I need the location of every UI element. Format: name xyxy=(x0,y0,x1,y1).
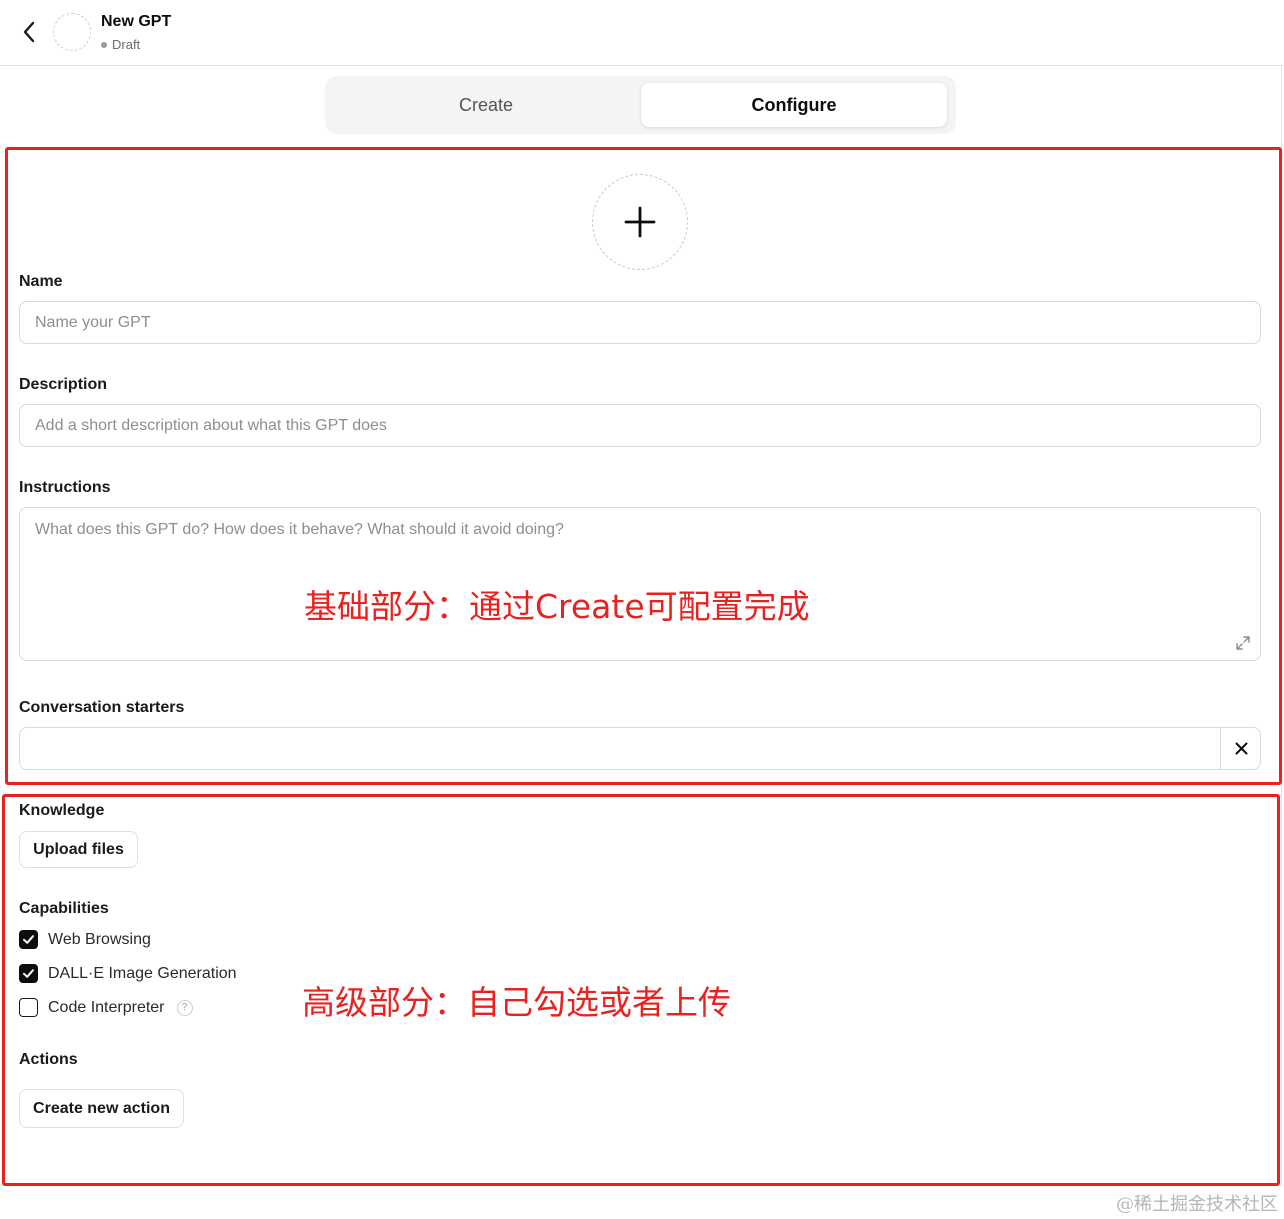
basic-section-annotation: 基础部分：通过Create可配置完成 xyxy=(304,587,810,626)
capability-dalle[interactable]: DALL·E Image Generation xyxy=(19,964,237,983)
conversation-starters-label: Conversation starters xyxy=(19,699,185,716)
actions-label: Actions xyxy=(19,1051,78,1068)
plus-icon xyxy=(624,206,656,238)
expand-icon[interactable] xyxy=(1234,634,1252,652)
checkbox-unchecked-icon[interactable] xyxy=(19,998,38,1017)
name-label: Name xyxy=(19,273,63,290)
page-title: New GPT xyxy=(101,13,172,30)
tab-configure[interactable]: Configure xyxy=(641,83,947,127)
capability-label: Code Interpreter xyxy=(48,998,165,1016)
watermark: @稀土掘金技术社区 xyxy=(1116,1194,1278,1215)
conversation-starter-row xyxy=(19,727,1261,770)
create-action-button[interactable]: Create new action xyxy=(19,1089,184,1128)
header-bar xyxy=(0,0,1284,66)
back-button[interactable] xyxy=(16,18,42,46)
capability-label: DALL·E Image Generation xyxy=(48,964,237,982)
advanced-section-annotation: 高级部分：自己勾选或者上传 xyxy=(302,983,731,1022)
gpt-avatar-placeholder xyxy=(53,13,91,51)
close-icon xyxy=(1235,742,1247,755)
right-divider xyxy=(1281,66,1282,1186)
capability-web-browsing[interactable]: Web Browsing xyxy=(19,930,151,949)
remove-starter-button[interactable] xyxy=(1220,728,1260,769)
help-icon[interactable]: ? xyxy=(176,999,193,1016)
tab-create[interactable]: Create xyxy=(332,83,640,127)
avatar-upload-button[interactable] xyxy=(592,174,688,270)
status-badge: Draft xyxy=(101,37,140,52)
upload-files-button[interactable]: Upload files xyxy=(19,831,138,868)
chevron-left-icon xyxy=(23,21,35,43)
conversation-starter-input[interactable] xyxy=(20,728,1220,769)
description-label: Description xyxy=(19,376,108,393)
capability-code-interpreter[interactable]: Code Interpreter ? xyxy=(19,998,193,1017)
checkbox-checked-icon[interactable] xyxy=(19,930,38,949)
status-dot-icon xyxy=(101,41,107,48)
checkbox-checked-icon[interactable] xyxy=(19,964,38,983)
description-input[interactable] xyxy=(19,404,1261,447)
status-label: Draft xyxy=(112,37,141,52)
knowledge-label: Knowledge xyxy=(19,802,105,819)
capabilities-label: Capabilities xyxy=(19,900,109,917)
instructions-label: Instructions xyxy=(19,479,111,496)
mode-tabs: Create Configure xyxy=(325,76,956,134)
capability-label: Web Browsing xyxy=(48,930,151,948)
name-input[interactable] xyxy=(19,301,1261,344)
